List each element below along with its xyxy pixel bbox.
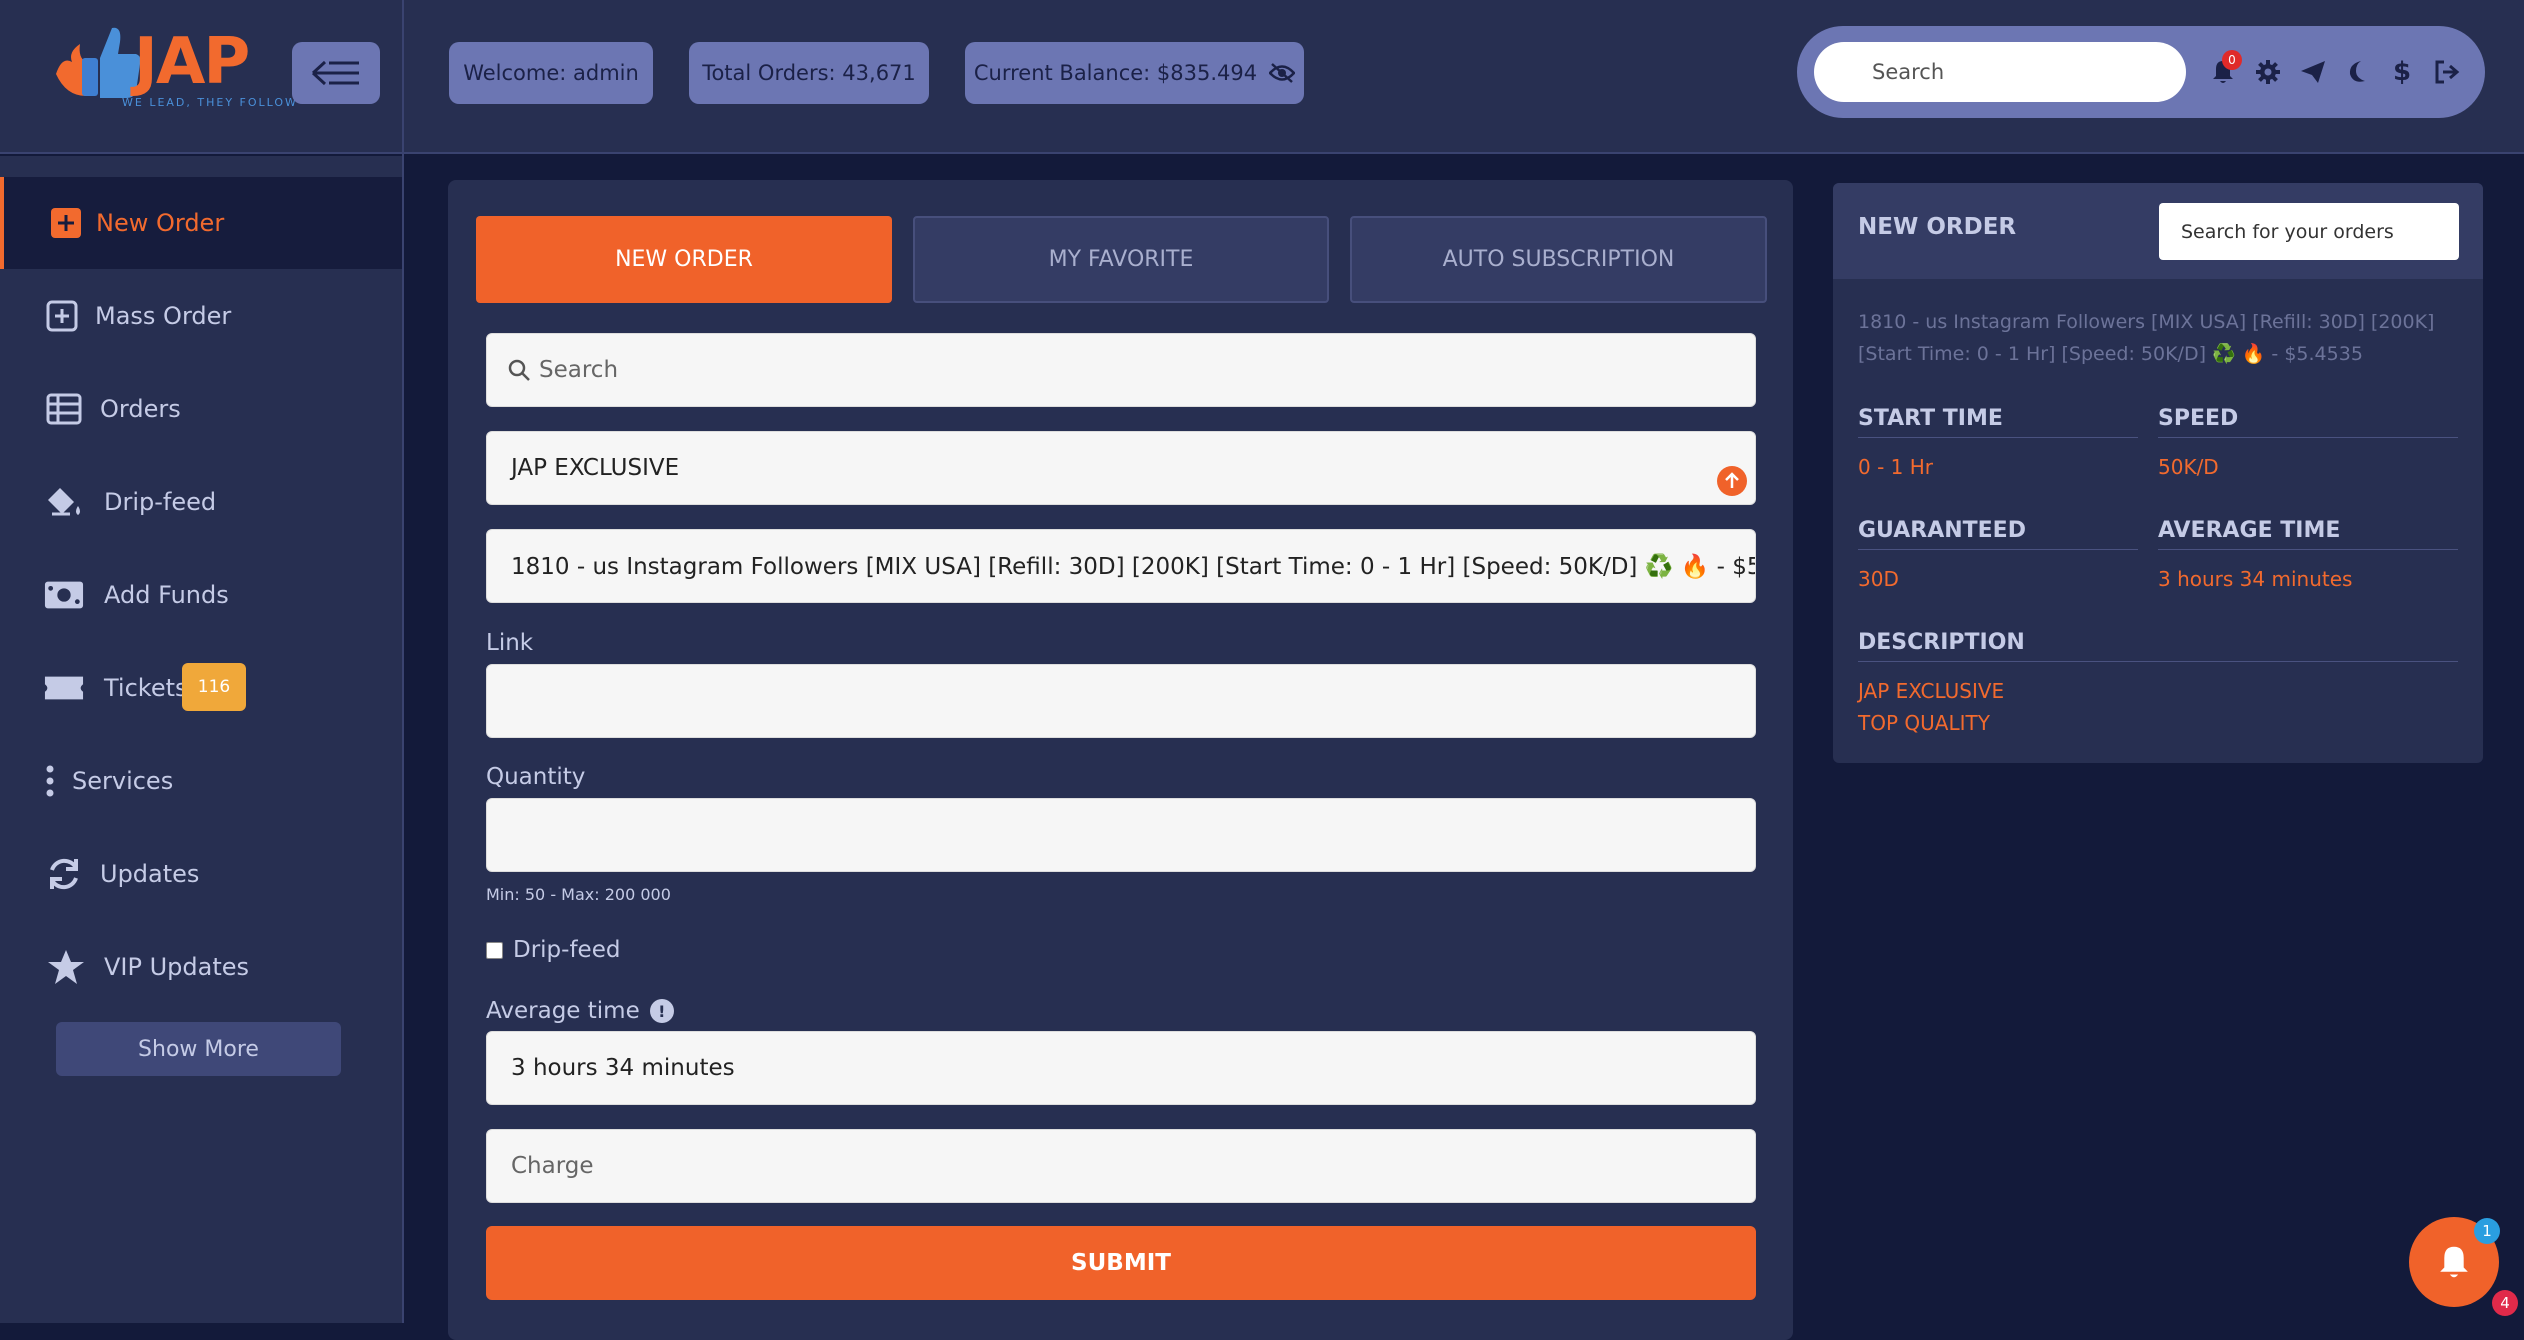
service-summary-line: 1810 - us Instagram Followers [MIX USA] … (1858, 311, 2435, 333)
submit-button[interactable]: SUBMIT (486, 1226, 1756, 1300)
charge-placeholder: Charge (511, 1153, 594, 1179)
guaranteed-value: 30D (1858, 567, 1899, 591)
gear-icon[interactable] (2253, 56, 2283, 88)
brand-tagline: WE LEAD, THEY FOLLOW (122, 96, 298, 109)
sidebar-item-label: Updates (100, 860, 200, 888)
list-icon (44, 389, 84, 429)
sidebar-item-orders[interactable]: Orders (0, 363, 402, 455)
order-info-title: NEW ORDER (1858, 214, 2017, 240)
sidebar-item-new-order[interactable]: New Order (0, 177, 402, 269)
average-time-label: Average time (486, 998, 640, 1024)
floating-badge-bottom: 4 (2492, 1290, 2518, 1316)
dripfeed-label: Drip-feed (513, 937, 621, 963)
money-icon (44, 575, 84, 615)
paint-bucket-icon (44, 482, 84, 522)
dripfeed-checkbox[interactable] (486, 941, 503, 959)
average-time-field: 3 hours 34 minutes (486, 1031, 1756, 1105)
sidebar-item-label: Mass Order (95, 302, 232, 330)
start-time-heading: START TIME (1858, 406, 2138, 438)
service-summary-line: [Start Time: 0 - 1 Hr] [Speed: 50K/D] ♻️… (1858, 343, 2363, 365)
service-search-placeholder: Search (539, 357, 619, 383)
sidebar-item-label: New Order (96, 209, 225, 237)
tickets-count-badge: 116 (182, 663, 246, 711)
sidebar-item-label: Orders (100, 395, 181, 423)
sidebar-item-add-funds[interactable]: Add Funds (0, 549, 402, 641)
show-more-button[interactable]: Show More (56, 1022, 341, 1076)
brand-name: JAP (134, 25, 250, 99)
balance-badge[interactable]: Current Balance: $835.494 (965, 42, 1304, 104)
average-time-heading: AVERAGE TIME (2158, 518, 2458, 550)
link-label: Link (486, 630, 534, 656)
quantity-label: Quantity (486, 764, 586, 790)
dollar-icon[interactable]: $ (2387, 56, 2417, 88)
start-time-value: 0 - 1 Hr (1858, 455, 1933, 479)
quantity-limits-text: Min: 50 - Max: 200 000 (486, 885, 671, 904)
moon-icon[interactable] (2343, 56, 2373, 88)
description-line: JAP EXCLUSIVE (1858, 679, 2005, 703)
sidebar-item-mass-order[interactable]: Mass Order (0, 270, 402, 362)
tab-my-favorite[interactable]: MY FAVORITE (913, 216, 1329, 303)
tab-auto-subscription[interactable]: AUTO SUBSCRIPTION (1350, 216, 1767, 303)
quantity-input[interactable] (486, 798, 1756, 872)
floating-badge-top: 1 (2474, 1218, 2500, 1244)
vertical-dots-icon (30, 761, 70, 801)
tab-new-order[interactable]: NEW ORDER (476, 216, 892, 303)
logout-icon[interactable] (2432, 56, 2462, 88)
paper-plane-icon[interactable] (2298, 56, 2328, 88)
sidebar-divider (402, 0, 404, 1323)
charge-field: Charge (486, 1129, 1756, 1203)
sidebar-item-label: Services (72, 767, 174, 795)
search-icon (508, 359, 530, 381)
category-value: JAP EXCLUSIVE (511, 455, 680, 481)
sidebar-item-services[interactable]: Services (0, 735, 402, 827)
description-heading: DESCRIPTION (1858, 630, 2458, 662)
sidebar-item-label: VIP Updates (104, 953, 250, 981)
service-value: 1810 - us Instagram Followers [MIX USA] … (511, 553, 1756, 580)
info-icon[interactable]: ! (649, 999, 674, 1023)
dripfeed-option[interactable]: Drip-feed (486, 937, 620, 963)
sidebar-item-label: Add Funds (104, 581, 229, 609)
average-time-value: 3 hours 34 minutes (2158, 567, 2353, 591)
sidebar-item-updates[interactable]: Updates (0, 828, 402, 920)
order-search-input[interactable]: Search for your orders (2159, 203, 2459, 260)
header-search-input[interactable] (1814, 42, 2186, 102)
plus-square-icon (46, 203, 86, 243)
sidebar-item-vip-updates[interactable]: VIP Updates (0, 921, 402, 1013)
link-input[interactable] (486, 664, 1756, 738)
service-select[interactable]: 1810 - us Instagram Followers [MIX USA] … (486, 529, 1756, 603)
arrow-up-circle-icon (1717, 466, 1747, 496)
average-time-value: 3 hours 34 minutes (511, 1055, 735, 1081)
refresh-icon (44, 854, 84, 894)
guaranteed-heading: GUARANTEED (1858, 518, 2138, 550)
welcome-badge: Welcome: admin (449, 42, 653, 104)
sidebar-toggle-button[interactable] (292, 42, 380, 104)
speed-heading: SPEED (2158, 406, 2458, 438)
menu-collapse-icon (311, 60, 359, 86)
notification-count-badge: 0 (2222, 50, 2242, 70)
average-time-label-row: Average time ! (486, 998, 674, 1024)
category-select[interactable]: JAP EXCLUSIVE (486, 431, 1756, 505)
bell-icon (2440, 1246, 2468, 1278)
sidebar-item-drip-feed[interactable]: Drip-feed (0, 456, 402, 548)
brand-logo[interactable]: JAP WE LEAD, THEY FOLLOW (52, 22, 296, 114)
total-orders-badge: Total Orders: 43,671 (689, 42, 929, 104)
speed-value: 50K/D (2158, 455, 2219, 479)
balance-text: Current Balance: $835.494 (973, 61, 1258, 85)
service-search-input[interactable]: Search (486, 333, 1756, 407)
thumbs-up-flame-icon (56, 27, 141, 98)
selected-service-summary: 1810 - us Instagram Followers [MIX USA] … (1858, 306, 2458, 370)
sidebar-item-label: Tickets (104, 674, 188, 702)
eye-slash-icon[interactable] (1269, 62, 1296, 84)
sidebar-item-label: Drip-feed (104, 488, 217, 516)
description-line: TOP QUALITY (1858, 711, 1990, 735)
ticket-icon (44, 668, 84, 708)
star-icon (46, 947, 86, 987)
plus-square-outline-icon (42, 296, 82, 336)
